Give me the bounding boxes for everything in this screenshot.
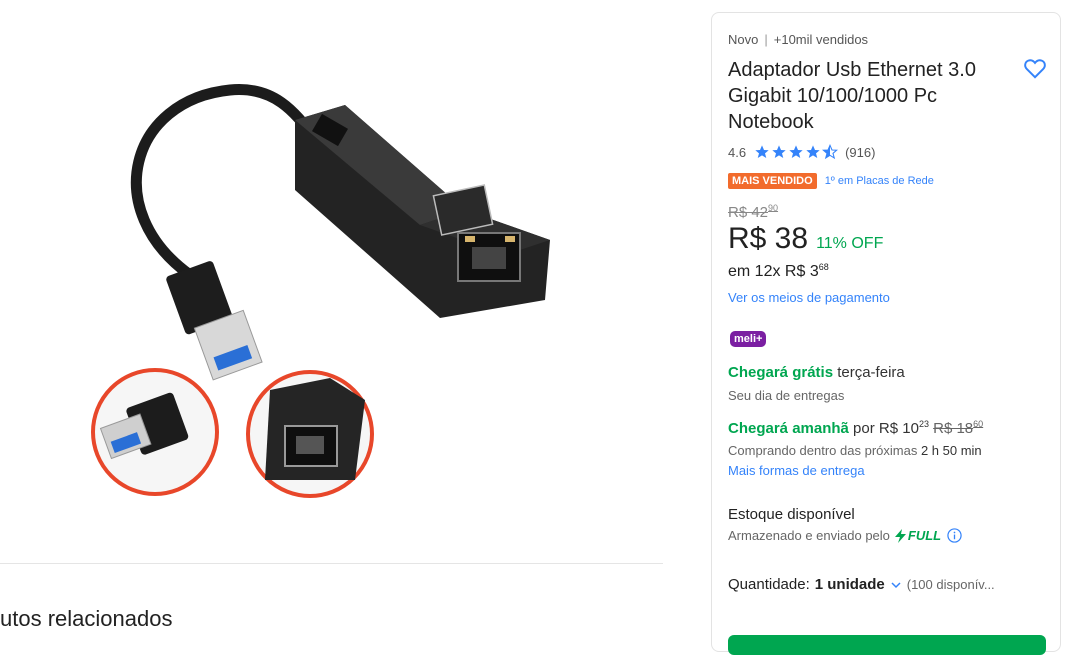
installments-cents: 68 [818, 262, 829, 272]
divider [0, 563, 663, 564]
price-row: R$ 38 11% OFF [728, 222, 883, 256]
fast-shipping-cents: 23 [918, 419, 929, 429]
fast-shipping-highlight: Chegará amanhã [728, 420, 849, 437]
free-shipping-info: Chegará grátis terça-feira [728, 364, 905, 381]
quantity-available: (100 disponív... [906, 577, 995, 592]
fast-shipping-old-int: R$ 18 [933, 420, 974, 437]
star-icon [789, 145, 803, 158]
rating-value: 4.6 [728, 144, 747, 160]
product-title: Adaptador Usb Ethernet 3.0 Gigabit 10/10… [728, 59, 976, 133]
product-meta: Novo | +10mil vendidos [728, 32, 868, 47]
star-icon [772, 145, 786, 158]
stock-status: Estoque disponível [728, 506, 855, 523]
quantity-value: 1 unidade [814, 576, 885, 593]
lightning-icon [894, 528, 906, 543]
full-badge: FULL [894, 528, 942, 543]
rating[interactable]: 4.6 (916) [728, 144, 875, 160]
meli-plus-logo: meli+ [730, 331, 767, 347]
original-price-cents: 90 [768, 203, 779, 213]
heart-icon[interactable] [1022, 55, 1048, 81]
discount-label: 11% OFF [816, 235, 884, 252]
sold-count: +10mil vendidos [773, 32, 869, 47]
chevron-down-icon [891, 581, 901, 588]
fast-shipping-sub-text: Comprando dentro das próximas [728, 443, 921, 458]
info-icon[interactable] [947, 528, 962, 543]
fulfillment-text: Armazenado e enviado pelo [728, 528, 890, 543]
fast-shipping-countdown: 2 h 50 min [920, 443, 982, 458]
fast-shipping-price: por R$ 10 [848, 420, 919, 437]
related-products-heading: utos relacionados [0, 606, 173, 631]
product-buy-box: Novo | +10mil vendidos Adaptador Usb Ether… [711, 12, 1061, 655]
rating-stars [754, 144, 839, 160]
star-icon [755, 145, 769, 158]
rating-count: (916) [845, 144, 876, 160]
fulfillment-info: Armazenado e enviado pelo FULL [728, 528, 962, 543]
more-shipping-link[interactable]: Mais formas de entrega [728, 463, 865, 478]
installments: em 12x R$ 368 [728, 262, 829, 281]
star-half-icon [822, 144, 839, 160]
free-shipping-highlight: Chegará grátis [728, 364, 834, 381]
fast-shipping-info: Chegará amanhã por R$ 1023 R$ 1860 [728, 419, 983, 437]
image-gallery: utos relacionados [0, 0, 700, 636]
star-icon [806, 145, 820, 158]
category-rank-link[interactable]: 1º em Placas de Rede [825, 175, 934, 187]
fast-shipping-subtext: Comprando dentro das próximas 2 h 50 min [728, 443, 982, 458]
free-shipping-subtext: Seu dia de entregas [728, 388, 845, 403]
current-price: R$ 38 [728, 222, 809, 255]
payment-methods-link[interactable]: Ver os meios de pagamento [728, 290, 890, 305]
installments-text: em 12x R$ 3 [728, 263, 819, 280]
quantity-selector[interactable]: Quantidade: 1 unidade (100 disponív... [728, 576, 995, 593]
original-price-int: R$ 42 [728, 204, 769, 221]
original-price: R$ 4290 [728, 203, 778, 221]
full-label: FULL [907, 528, 942, 543]
buy-now-button[interactable] [728, 635, 1046, 655]
fast-shipping-old-cents: 60 [973, 419, 984, 429]
condition-label: Novo [728, 32, 759, 47]
fast-shipping-old-price: R$ 1860 [933, 419, 984, 437]
separator: | [764, 32, 768, 47]
best-seller-badge: MAIS VENDIDO [728, 173, 817, 189]
product-image[interactable] [80, 60, 570, 520]
quantity-label: Quantidade: [728, 576, 810, 593]
badges-row: MAIS VENDIDO 1º em Placas de Rede [728, 173, 934, 189]
free-shipping-day: terça-feira [833, 364, 905, 381]
